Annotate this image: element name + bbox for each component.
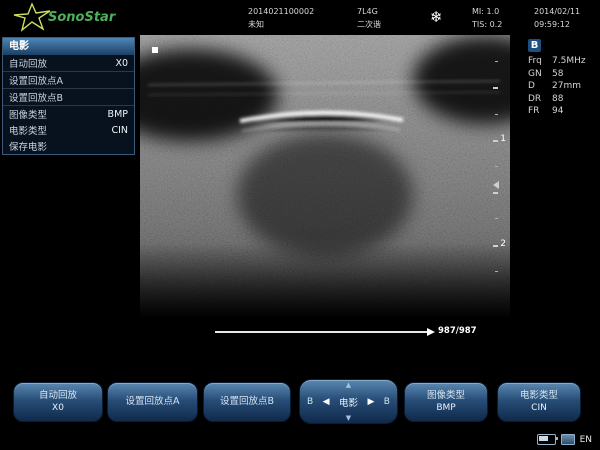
focus-marker [493,181,499,189]
menu-item-set-point-b[interactable]: 设置回放点B [3,89,134,106]
menu-item-value: CIN [111,125,128,136]
freeze-snowflake-icon: ❄ [430,8,443,26]
depth-label-1: 1 [500,134,506,144]
auto-playback-button[interactable]: 自动回放 X0 [13,382,103,422]
depth-label-2: 2 [500,239,506,249]
mi-value: MI: 1.0 [472,5,502,18]
param-label: DR [528,93,552,106]
button-label: 自动回放 [39,390,77,402]
menu-item-image-type[interactable]: 图像类型 BMP [3,106,134,122]
time-value: 09:59:12 [534,18,580,31]
param-depth: D 27mm [528,80,598,93]
ultrasound-app-screen: SonoStar 2014021100002 未知 7L4G 二次谐 ❄ MI:… [0,0,600,450]
menu-item-set-point-a[interactable]: 设置回放点A [3,72,134,89]
nav-right-icon[interactable]: ▶ [367,397,374,407]
button-label: 图像类型 [427,390,465,402]
nav-b-right[interactable]: B [384,397,390,407]
top-bar: SonoStar 2014021100002 未知 7L4G 二次谐 ❄ MI:… [0,0,600,35]
tis-value: TIS: 0.2 [472,18,502,31]
preset-name: 二次谐 [357,18,381,31]
button-label: 设置回放点A [126,396,180,408]
nav-left-icon[interactable]: ◀ [323,397,330,407]
menu-item-auto-playback[interactable]: 自动回放 X0 [3,55,134,72]
menu-item-cine-type[interactable]: 电影类型 CIN [3,122,134,138]
param-value: 27mm [552,80,581,93]
cine-menu-title: 电影 [3,38,134,55]
datetime: 2014/02/11 09:59:12 [534,5,580,31]
set-point-a-button[interactable]: 设置回放点A [107,382,198,422]
menu-item-label: 设置回放点B [9,90,63,104]
patient-name: 未知 [248,18,314,31]
logo-text: SonoStar [48,10,115,25]
param-frequency: Frq 7.5MHz [528,55,598,68]
orientation-marker [152,47,158,53]
patient-id: 2014021100002 [248,5,314,18]
depth-scale: 1 2 [484,35,510,318]
nav-b-left[interactable]: B [307,397,313,407]
ultrasound-render [140,35,510,318]
acoustic-indices: MI: 1.0 TIS: 0.2 [472,5,502,31]
param-label: D [528,80,552,93]
probe-info: 7L4G 二次谐 [357,5,381,31]
keyboard-icon[interactable] [561,434,575,445]
menu-item-label: 电影类型 [9,123,47,137]
probe-model: 7L4G [357,5,381,18]
cine-position-arrow-icon[interactable] [427,328,435,336]
cine-type-button[interactable]: 电影类型 CIN [497,382,581,422]
mode-indicator: B [528,39,541,52]
param-label: Frq [528,55,552,68]
param-value: 58 [552,68,563,81]
menu-item-save-cine[interactable]: 保存电影 [3,138,134,154]
image-type-button[interactable]: 图像类型 BMP [404,382,488,422]
ultrasound-image: 1 2 [140,35,510,318]
cine-frame-counter: 987/987 [438,326,477,336]
param-value: 94 [552,105,563,118]
language-indicator[interactable]: EN [580,435,592,445]
sonostar-logo: SonoStar [10,2,115,32]
param-frame-rate: FR 94 [528,105,598,118]
menu-nav-pad[interactable]: ▲ B ◀ 电影 ▶ B ▼ [299,379,398,424]
date-value: 2014/02/11 [534,5,580,18]
param-gain: GN 58 [528,68,598,81]
button-value: X0 [52,402,64,414]
param-value: 7.5MHz [552,55,586,68]
status-bar: EN [537,434,592,445]
menu-item-label: 自动回放 [9,56,47,70]
menu-item-label: 图像类型 [9,107,47,121]
param-label: GN [528,68,552,81]
button-label: 电影类型 [520,390,558,402]
param-label: FR [528,105,552,118]
menu-item-value: X0 [115,58,128,69]
menu-item-label: 设置回放点A [9,73,63,87]
battery-icon [537,434,556,445]
button-value: BMP [436,402,455,414]
menu-item-label: 保存电影 [9,139,47,153]
button-value: CIN [531,402,547,414]
nav-down-icon[interactable]: ▼ [346,414,351,422]
image-parameters: B Frq 7.5MHz GN 58 D 27mm DR 88 FR 94 [528,39,598,118]
cine-menu: 电影 自动回放 X0 设置回放点A 设置回放点B 图像类型 BMP 电影类型 C… [2,37,135,155]
patient-info: 2014021100002 未知 [248,5,314,31]
set-point-b-button[interactable]: 设置回放点B [203,382,291,422]
menu-item-value: BMP [108,109,128,120]
button-label: 设置回放点B [220,396,274,408]
param-dynamic-range: DR 88 [528,93,598,106]
param-value: 88 [552,93,563,106]
cine-progress-line[interactable] [215,331,427,333]
nav-menu-label: 电影 [339,395,358,409]
